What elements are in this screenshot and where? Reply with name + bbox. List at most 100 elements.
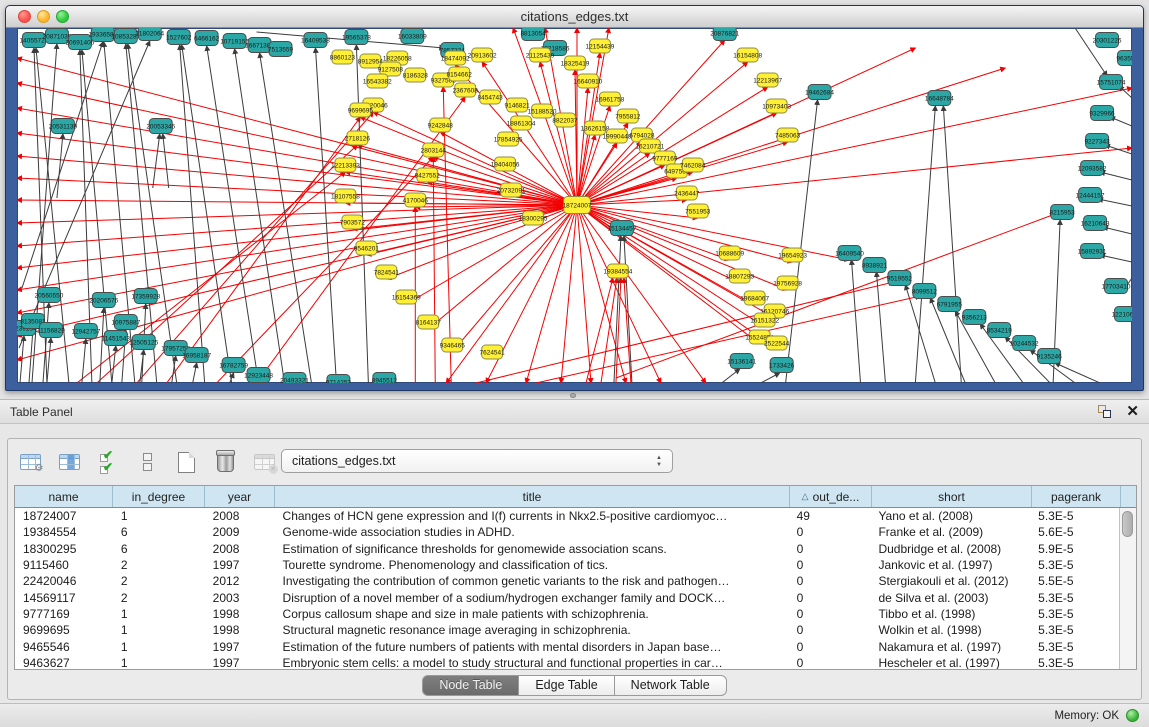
graph-edge[interactable] bbox=[360, 117, 577, 205]
graph-node[interactable]: 12210645 bbox=[1112, 307, 1132, 322]
graph-node[interactable]: 18861304 bbox=[507, 116, 536, 130]
graph-node[interactable]: 20560550 bbox=[35, 288, 64, 303]
graph-edge[interactable] bbox=[260, 53, 312, 383]
graph-node[interactable]: 17359928 bbox=[131, 289, 160, 304]
table-cell[interactable]: 5.9E-5 bbox=[1030, 542, 1119, 556]
table-cell[interactable]: 2003 bbox=[205, 591, 275, 605]
graph-edge[interactable] bbox=[577, 48, 915, 205]
table-cell[interactable]: 2 bbox=[113, 558, 205, 572]
graph-node[interactable]: 2522544 bbox=[764, 336, 790, 350]
graph-node[interactable]: 8154662 bbox=[447, 67, 473, 81]
network-canvas[interactable]: 1405572420871035206914061933658710853287… bbox=[17, 28, 1132, 383]
table-cell[interactable]: Tibbo et al. (1998) bbox=[870, 607, 1030, 621]
graph-node[interactable]: 19565378 bbox=[342, 30, 371, 45]
graph-node[interactable]: 8860123 bbox=[330, 50, 356, 64]
graph-node[interactable]: 12213393 bbox=[331, 158, 360, 172]
graph-edge[interactable] bbox=[167, 117, 361, 383]
graph-node[interactable]: 10973403 bbox=[762, 99, 791, 113]
scrollbar-thumb[interactable] bbox=[1122, 511, 1133, 537]
table-cell[interactable]: 9463627 bbox=[15, 656, 113, 669]
graph-node[interactable]: 15188520 bbox=[528, 104, 557, 118]
graph-node[interactable]: 8813054 bbox=[520, 28, 546, 41]
graph-node[interactable]: 15136141 bbox=[727, 354, 756, 369]
graph-node[interactable]: 9519552 bbox=[887, 271, 913, 286]
table-cell[interactable]: Corpus callosum shape and size in male p… bbox=[275, 607, 789, 621]
table-cell[interactable]: 5.3E-5 bbox=[1030, 591, 1119, 605]
table-cell[interactable]: 9465546 bbox=[15, 640, 113, 654]
table-cell[interactable]: 1998 bbox=[205, 607, 275, 621]
column-header-title[interactable]: title bbox=[275, 486, 790, 507]
table-cell[interactable]: de Silva et al. (2003) bbox=[870, 591, 1030, 605]
graph-edge[interactable] bbox=[153, 134, 160, 188]
graph-edge[interactable] bbox=[163, 134, 169, 188]
table-cell[interactable]: Genome-wide association studies in ADHD. bbox=[275, 525, 789, 539]
graph-node[interactable]: 2436447 bbox=[674, 186, 700, 200]
tab-node-table[interactable]: Node Table bbox=[422, 675, 519, 696]
table-cell[interactable]: 0 bbox=[789, 623, 871, 637]
graph-node[interactable]: 8534219 bbox=[987, 323, 1013, 338]
table-cell[interactable]: 2009 bbox=[205, 525, 275, 539]
graph-node[interactable]: 8427552 bbox=[415, 168, 441, 182]
table-cell[interactable]: 1 bbox=[113, 656, 205, 669]
graph-node[interactable]: 20913602 bbox=[468, 48, 497, 62]
table-cell[interactable]: Franke et al. (2009) bbox=[870, 525, 1030, 539]
table-cell[interactable]: 19384554 bbox=[15, 525, 113, 539]
graph-node[interactable]: 20053346 bbox=[146, 119, 175, 134]
graph-node[interactable]: 17854925 bbox=[494, 132, 523, 146]
tab-network-table[interactable]: Network Table bbox=[615, 675, 727, 696]
table-cell[interactable]: 22420046 bbox=[15, 574, 113, 588]
table-row[interactable]: 1456911722003Disruption of a novel membe… bbox=[15, 589, 1119, 605]
table-cell[interactable]: Investigating the contribution of common… bbox=[275, 574, 789, 588]
table-cell[interactable]: Estimation of the future numbers of pati… bbox=[275, 640, 789, 654]
graph-node[interactable]: 16958187 bbox=[182, 348, 211, 363]
graph-edge[interactable] bbox=[17, 58, 577, 205]
graph-edge[interactable] bbox=[577, 205, 740, 283]
table-cell[interactable]: Tourette syndrome. Phenomenology and cla… bbox=[275, 558, 789, 572]
table-cell[interactable]: 1997 bbox=[205, 640, 275, 654]
graph-node[interactable]: 16409540 bbox=[835, 246, 864, 261]
graph-node[interactable]: 12213967 bbox=[753, 73, 782, 87]
table-cell[interactable]: 0 bbox=[789, 640, 871, 654]
graph-node[interactable]: 8938921 bbox=[862, 258, 888, 273]
zoom-window-icon[interactable] bbox=[56, 10, 69, 23]
graph-node[interactable]: 8186328 bbox=[403, 68, 429, 82]
graph-node[interactable]: 20876821 bbox=[710, 28, 739, 41]
graph-node[interactable]: 11156829 bbox=[37, 323, 65, 338]
graph-edge[interactable] bbox=[624, 236, 632, 383]
graph-edge[interactable] bbox=[356, 45, 368, 383]
table-cell[interactable]: Embryonic stem cells: a model to study s… bbox=[275, 656, 789, 669]
graph-edge[interactable] bbox=[1105, 145, 1132, 154]
float-panel-icon[interactable] bbox=[1098, 405, 1112, 419]
graph-edge[interactable] bbox=[112, 346, 116, 383]
graph-node[interactable]: 15892931 bbox=[1078, 244, 1107, 259]
graph-node[interactable]: 16543382 bbox=[363, 74, 392, 88]
graph-node[interactable]: 18474092 bbox=[441, 51, 470, 65]
graph-node[interactable]: 15751074 bbox=[1097, 75, 1126, 90]
graph-node[interactable]: 8945512 bbox=[372, 373, 398, 384]
graph-edge[interactable] bbox=[17, 205, 577, 246]
graph-edge[interactable] bbox=[180, 45, 205, 383]
panel-splitter[interactable] bbox=[0, 391, 1149, 399]
table-cell[interactable]: Hescheler et al. (1997) bbox=[870, 656, 1030, 669]
graph-node[interactable]: 20301226 bbox=[1093, 33, 1122, 48]
graph-node[interactable]: 9635542 bbox=[1116, 51, 1132, 66]
graph-node[interactable]: 18107558 bbox=[331, 189, 360, 203]
graph-node[interactable]: 9227343 bbox=[1084, 134, 1110, 149]
table-cell[interactable]: 1997 bbox=[205, 656, 275, 669]
table-cell[interactable]: 0 bbox=[789, 558, 871, 572]
table-row[interactable]: 1872400712008Changes of HCN gene express… bbox=[15, 508, 1119, 524]
table-row[interactable]: 977716911998Corpus callosum shape and si… bbox=[15, 606, 1119, 622]
graph-edge[interactable] bbox=[852, 260, 861, 383]
graph-node[interactable]: 2367608 bbox=[453, 83, 479, 97]
table-cell[interactable]: 1 bbox=[113, 623, 205, 637]
graph-node[interactable]: 16154369 bbox=[392, 290, 421, 304]
row-view-button[interactable] bbox=[133, 448, 161, 476]
table-cell[interactable]: 9699695 bbox=[15, 623, 113, 637]
graph-node[interactable]: 12923448 bbox=[244, 368, 273, 383]
show-columns-button[interactable] bbox=[55, 448, 83, 476]
graph-edge[interactable] bbox=[577, 205, 706, 383]
graph-node[interactable]: 16033809 bbox=[398, 29, 427, 44]
table-cell[interactable]: 2 bbox=[113, 591, 205, 605]
graph-edge[interactable] bbox=[1103, 227, 1132, 234]
graph-node[interactable]: 16409538 bbox=[301, 33, 330, 48]
